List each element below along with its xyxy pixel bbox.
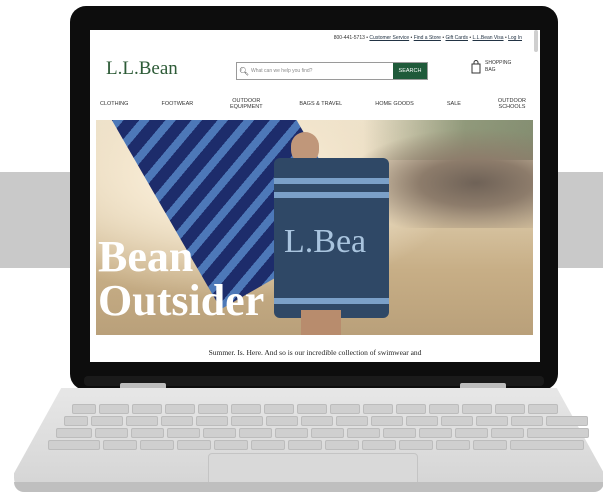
find-store-link[interactable]: Find a Store	[414, 35, 441, 41]
key	[476, 416, 508, 426]
key	[56, 428, 92, 438]
main-nav: CLOTHING FOOTWEAR OUTDOOR EQUIPMENT BAGS…	[100, 95, 530, 113]
nav-bags-travel[interactable]: BAGS & TRAVEL	[299, 101, 342, 107]
key	[214, 440, 248, 450]
keyboard-row	[64, 416, 588, 426]
phone-number: 800-441-5713	[333, 35, 365, 41]
key	[231, 404, 261, 414]
key	[429, 404, 459, 414]
towel-right: L.Bea	[274, 158, 389, 318]
key	[167, 428, 200, 438]
key	[406, 416, 438, 426]
key	[462, 404, 492, 414]
key	[363, 404, 393, 414]
key	[72, 404, 96, 414]
key	[177, 440, 211, 450]
key	[91, 416, 123, 426]
utility-links: 800-441-5713 • Customer Service • Find a…	[333, 35, 522, 41]
key	[495, 404, 525, 414]
nav-outdoor-equipment[interactable]: OUTDOOR EQUIPMENT	[226, 98, 266, 110]
key	[311, 428, 344, 438]
key	[231, 416, 263, 426]
key	[301, 416, 333, 426]
key	[336, 416, 368, 426]
key	[95, 428, 128, 438]
key	[527, 428, 589, 438]
key	[198, 404, 228, 414]
key	[528, 404, 558, 414]
key	[330, 404, 360, 414]
search-bar: 🔍︎ What can we help you find? SEARCH	[236, 62, 428, 80]
scrollbar[interactable]	[534, 30, 538, 52]
visa-link[interactable]: L.L.Bean Visa	[473, 35, 504, 41]
key	[297, 404, 327, 414]
key	[436, 440, 470, 450]
key	[419, 428, 452, 438]
key	[347, 428, 380, 438]
hero-headline-line2: Outsider	[98, 276, 265, 325]
search-icon: 🔍︎	[238, 66, 250, 76]
key	[275, 428, 308, 438]
keyboard-row	[48, 440, 584, 450]
key	[383, 428, 416, 438]
nav-outdoor-schools[interactable]: OUTDOOR SCHOOLS	[494, 98, 530, 110]
key	[473, 440, 507, 450]
shopping-bag[interactable]: SHOPPING BAG	[470, 60, 519, 74]
towel-logo-text: L.Bea	[284, 223, 367, 260]
key	[99, 404, 129, 414]
shopping-bag-icon	[471, 60, 481, 74]
search-button[interactable]: SEARCH	[393, 63, 427, 79]
key	[264, 404, 294, 414]
key	[546, 416, 588, 426]
nav-sale[interactable]: SALE	[447, 101, 461, 107]
key	[161, 416, 193, 426]
shopping-bag-label: SHOPPING BAG	[485, 60, 512, 73]
key	[441, 416, 473, 426]
keyboard-row	[56, 428, 589, 438]
key	[165, 404, 195, 414]
nav-clothing[interactable]: CLOTHING	[100, 101, 128, 107]
key	[103, 440, 137, 450]
towel-stripe	[274, 192, 389, 198]
llbean-logo[interactable]: L.L.Bean	[106, 58, 178, 80]
search-input[interactable]: What can we help you find?	[251, 68, 393, 74]
hero-banner[interactable]: L.Bea Bean Outsider	[96, 120, 533, 335]
key	[455, 428, 488, 438]
key	[239, 428, 272, 438]
keyboard-row	[72, 404, 558, 414]
key	[203, 428, 236, 438]
login-link[interactable]: Log In	[508, 35, 522, 41]
hero-headline: Bean Outsider	[98, 235, 264, 323]
key	[491, 428, 524, 438]
key	[325, 440, 359, 450]
key	[140, 440, 174, 450]
key	[251, 440, 285, 450]
key	[64, 416, 88, 426]
key	[131, 428, 164, 438]
laptop-screen: 800-441-5713 • Customer Service • Find a…	[90, 30, 540, 362]
key	[371, 416, 403, 426]
hero-headline-line1: Bean	[98, 232, 194, 281]
customer-service-link[interactable]: Customer Service	[369, 35, 409, 41]
key	[510, 440, 584, 450]
person-right-legs	[301, 310, 341, 335]
key	[266, 416, 298, 426]
key	[48, 440, 100, 450]
key	[396, 404, 426, 414]
towel-stripe	[274, 298, 389, 304]
key	[196, 416, 228, 426]
key	[132, 404, 162, 414]
laptop-base-front	[14, 482, 603, 492]
gift-cards-link[interactable]: Gift Cards	[445, 35, 468, 41]
key	[362, 440, 396, 450]
nav-home-goods[interactable]: HOME GOODS	[375, 101, 414, 107]
towel-stripe	[274, 178, 389, 184]
key	[126, 416, 158, 426]
hero-tagline: Summer. Is. Here. And so is our incredib…	[208, 348, 422, 357]
key	[288, 440, 322, 450]
key	[511, 416, 543, 426]
nav-footwear[interactable]: FOOTWEAR	[161, 101, 193, 107]
key	[399, 440, 433, 450]
